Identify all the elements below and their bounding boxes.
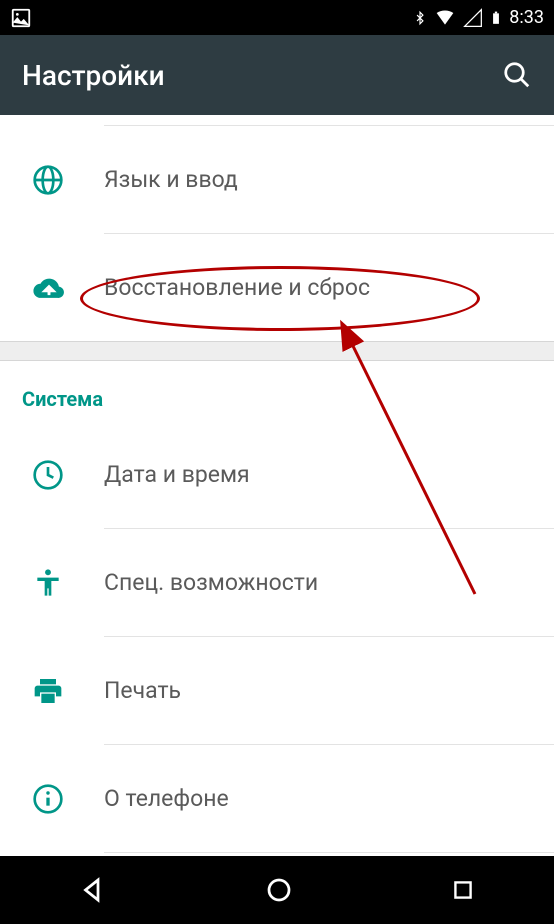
print-icon: [32, 675, 104, 707]
clock-icon: [32, 459, 104, 491]
settings-item-accessibility[interactable]: Спец. возможности: [0, 529, 554, 636]
settings-item-language[interactable]: Язык и ввод: [0, 126, 554, 233]
settings-item-label: Спец. возможности: [104, 569, 532, 596]
settings-item-label: Восстановление и сброс: [104, 274, 532, 301]
settings-item-label: Дата и время: [104, 461, 532, 488]
navigation-bar: [0, 856, 554, 924]
accessibility-icon: [32, 567, 104, 599]
backup-icon: [32, 271, 104, 305]
settings-item-date-time[interactable]: Дата и время: [0, 421, 554, 528]
search-button[interactable]: [502, 60, 532, 90]
section-header-system: Система: [0, 361, 554, 421]
info-icon: [32, 783, 104, 815]
battery-icon: [489, 7, 503, 29]
page-title: Настройки: [22, 59, 502, 92]
nav-back-button[interactable]: [78, 875, 108, 905]
wifi-icon: [433, 8, 457, 28]
settings-item-label: О телефоне: [104, 785, 532, 812]
app-bar: Настройки: [0, 35, 554, 115]
settings-item-label: Печать: [104, 677, 532, 704]
settings-list: Язык и ввод Восстановление и сброс Систе…: [0, 125, 554, 853]
nav-home-button[interactable]: [264, 875, 294, 905]
notification-icon: [10, 7, 32, 29]
section-divider: [0, 341, 554, 361]
settings-item-print[interactable]: Печать: [0, 637, 554, 744]
cell-signal-icon: [463, 8, 483, 28]
settings-item-about-phone[interactable]: О телефоне: [0, 745, 554, 852]
bluetooth-icon: [413, 7, 427, 29]
globe-icon: [32, 164, 104, 196]
status-bar: 8:33: [0, 0, 554, 35]
settings-item-label: Язык и ввод: [104, 166, 532, 193]
nav-recent-button[interactable]: [450, 877, 476, 903]
status-time: 8:33: [509, 7, 544, 28]
settings-item-backup-reset[interactable]: Восстановление и сброс: [0, 234, 554, 341]
